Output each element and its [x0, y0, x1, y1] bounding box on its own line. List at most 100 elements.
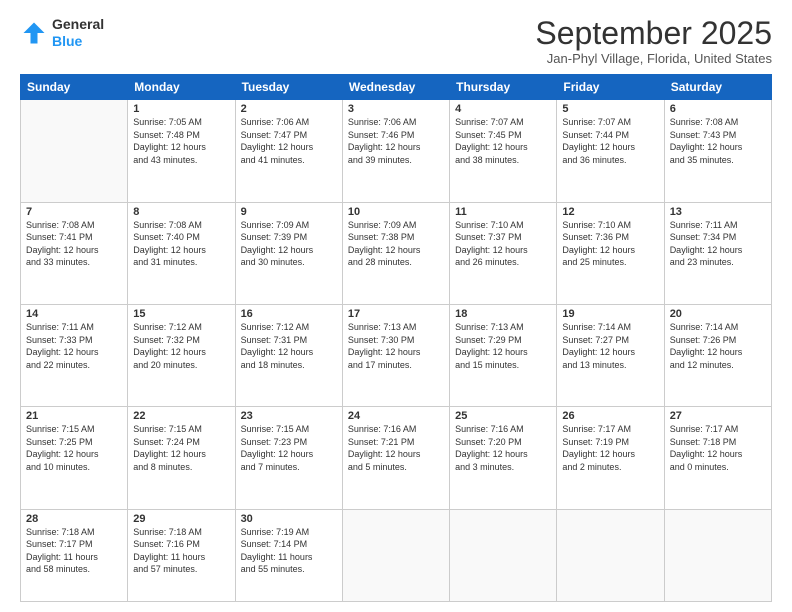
day-number: 21: [26, 410, 122, 422]
day-info: Sunrise: 7:16 AM Sunset: 7:21 PM Dayligh…: [348, 423, 444, 473]
day-info: Sunrise: 7:10 AM Sunset: 7:37 PM Dayligh…: [455, 219, 551, 269]
calendar-cell: 11Sunrise: 7:10 AM Sunset: 7:37 PM Dayli…: [450, 202, 557, 304]
day-number: 14: [26, 308, 122, 320]
calendar-cell: 21Sunrise: 7:15 AM Sunset: 7:25 PM Dayli…: [21, 407, 128, 509]
day-number: 23: [241, 410, 337, 422]
logo-text: General Blue: [52, 16, 104, 50]
calendar-cell: 22Sunrise: 7:15 AM Sunset: 7:24 PM Dayli…: [128, 407, 235, 509]
day-number: 24: [348, 410, 444, 422]
day-info: Sunrise: 7:08 AM Sunset: 7:41 PM Dayligh…: [26, 219, 122, 269]
day-number: 25: [455, 410, 551, 422]
calendar-week-1: 7Sunrise: 7:08 AM Sunset: 7:41 PM Daylig…: [21, 202, 772, 304]
calendar-header-tuesday: Tuesday: [235, 75, 342, 100]
calendar-cell: 19Sunrise: 7:14 AM Sunset: 7:27 PM Dayli…: [557, 304, 664, 406]
logo: General Blue: [20, 16, 104, 50]
day-number: 11: [455, 206, 551, 218]
calendar-cell: [342, 509, 449, 601]
calendar-header-monday: Monday: [128, 75, 235, 100]
day-info: Sunrise: 7:06 AM Sunset: 7:47 PM Dayligh…: [241, 116, 337, 166]
day-info: Sunrise: 7:15 AM Sunset: 7:25 PM Dayligh…: [26, 423, 122, 473]
calendar-cell: 24Sunrise: 7:16 AM Sunset: 7:21 PM Dayli…: [342, 407, 449, 509]
day-info: Sunrise: 7:10 AM Sunset: 7:36 PM Dayligh…: [562, 219, 658, 269]
day-number: 22: [133, 410, 229, 422]
calendar-cell: 4Sunrise: 7:07 AM Sunset: 7:45 PM Daylig…: [450, 100, 557, 202]
calendar-cell: 23Sunrise: 7:15 AM Sunset: 7:23 PM Dayli…: [235, 407, 342, 509]
day-number: 12: [562, 206, 658, 218]
calendar-cell: 30Sunrise: 7:19 AM Sunset: 7:14 PM Dayli…: [235, 509, 342, 601]
day-number: 17: [348, 308, 444, 320]
logo-general: General: [52, 16, 104, 32]
day-info: Sunrise: 7:19 AM Sunset: 7:14 PM Dayligh…: [241, 526, 337, 576]
day-number: 3: [348, 103, 444, 115]
day-info: Sunrise: 7:18 AM Sunset: 7:17 PM Dayligh…: [26, 526, 122, 576]
day-number: 7: [26, 206, 122, 218]
calendar-cell: 28Sunrise: 7:18 AM Sunset: 7:17 PM Dayli…: [21, 509, 128, 601]
day-number: 1: [133, 103, 229, 115]
calendar-header-sunday: Sunday: [21, 75, 128, 100]
calendar-cell: 9Sunrise: 7:09 AM Sunset: 7:39 PM Daylig…: [235, 202, 342, 304]
calendar-cell: 20Sunrise: 7:14 AM Sunset: 7:26 PM Dayli…: [664, 304, 771, 406]
calendar-cell: 12Sunrise: 7:10 AM Sunset: 7:36 PM Dayli…: [557, 202, 664, 304]
day-info: Sunrise: 7:12 AM Sunset: 7:31 PM Dayligh…: [241, 321, 337, 371]
day-info: Sunrise: 7:09 AM Sunset: 7:39 PM Dayligh…: [241, 219, 337, 269]
calendar-week-4: 28Sunrise: 7:18 AM Sunset: 7:17 PM Dayli…: [21, 509, 772, 601]
day-number: 26: [562, 410, 658, 422]
calendar-cell: 29Sunrise: 7:18 AM Sunset: 7:16 PM Dayli…: [128, 509, 235, 601]
calendar-cell: 6Sunrise: 7:08 AM Sunset: 7:43 PM Daylig…: [664, 100, 771, 202]
header: General Blue September 2025 Jan-Phyl Vil…: [20, 16, 772, 66]
day-info: Sunrise: 7:17 AM Sunset: 7:18 PM Dayligh…: [670, 423, 766, 473]
day-info: Sunrise: 7:09 AM Sunset: 7:38 PM Dayligh…: [348, 219, 444, 269]
calendar-header-saturday: Saturday: [664, 75, 771, 100]
calendar-cell: 1Sunrise: 7:05 AM Sunset: 7:48 PM Daylig…: [128, 100, 235, 202]
day-number: 16: [241, 308, 337, 320]
calendar-cell: [557, 509, 664, 601]
calendar-header-wednesday: Wednesday: [342, 75, 449, 100]
day-info: Sunrise: 7:15 AM Sunset: 7:23 PM Dayligh…: [241, 423, 337, 473]
day-number: 30: [241, 513, 337, 525]
logo-icon: [20, 19, 48, 47]
day-number: 5: [562, 103, 658, 115]
day-info: Sunrise: 7:08 AM Sunset: 7:43 PM Dayligh…: [670, 116, 766, 166]
day-info: Sunrise: 7:06 AM Sunset: 7:46 PM Dayligh…: [348, 116, 444, 166]
day-info: Sunrise: 7:18 AM Sunset: 7:16 PM Dayligh…: [133, 526, 229, 576]
calendar-header-row: SundayMondayTuesdayWednesdayThursdayFrid…: [21, 75, 772, 100]
day-number: 9: [241, 206, 337, 218]
day-number: 15: [133, 308, 229, 320]
day-info: Sunrise: 7:08 AM Sunset: 7:40 PM Dayligh…: [133, 219, 229, 269]
month-title: September 2025: [535, 16, 772, 51]
calendar-cell: 3Sunrise: 7:06 AM Sunset: 7:46 PM Daylig…: [342, 100, 449, 202]
calendar-cell: 16Sunrise: 7:12 AM Sunset: 7:31 PM Dayli…: [235, 304, 342, 406]
calendar-cell: 27Sunrise: 7:17 AM Sunset: 7:18 PM Dayli…: [664, 407, 771, 509]
day-info: Sunrise: 7:07 AM Sunset: 7:45 PM Dayligh…: [455, 116, 551, 166]
day-number: 8: [133, 206, 229, 218]
day-number: 20: [670, 308, 766, 320]
calendar-cell: 8Sunrise: 7:08 AM Sunset: 7:40 PM Daylig…: [128, 202, 235, 304]
calendar-cell: 26Sunrise: 7:17 AM Sunset: 7:19 PM Dayli…: [557, 407, 664, 509]
location: Jan-Phyl Village, Florida, United States: [535, 51, 772, 66]
calendar-week-3: 21Sunrise: 7:15 AM Sunset: 7:25 PM Dayli…: [21, 407, 772, 509]
calendar-cell: 2Sunrise: 7:06 AM Sunset: 7:47 PM Daylig…: [235, 100, 342, 202]
page: General Blue September 2025 Jan-Phyl Vil…: [0, 0, 792, 612]
calendar-cell: 15Sunrise: 7:12 AM Sunset: 7:32 PM Dayli…: [128, 304, 235, 406]
calendar-cell: 25Sunrise: 7:16 AM Sunset: 7:20 PM Dayli…: [450, 407, 557, 509]
day-number: 4: [455, 103, 551, 115]
day-info: Sunrise: 7:11 AM Sunset: 7:33 PM Dayligh…: [26, 321, 122, 371]
day-info: Sunrise: 7:13 AM Sunset: 7:30 PM Dayligh…: [348, 321, 444, 371]
calendar-cell: 10Sunrise: 7:09 AM Sunset: 7:38 PM Dayli…: [342, 202, 449, 304]
day-number: 10: [348, 206, 444, 218]
title-block: September 2025 Jan-Phyl Village, Florida…: [535, 16, 772, 66]
day-number: 27: [670, 410, 766, 422]
day-info: Sunrise: 7:13 AM Sunset: 7:29 PM Dayligh…: [455, 321, 551, 371]
day-info: Sunrise: 7:05 AM Sunset: 7:48 PM Dayligh…: [133, 116, 229, 166]
day-info: Sunrise: 7:17 AM Sunset: 7:19 PM Dayligh…: [562, 423, 658, 473]
calendar-cell: [21, 100, 128, 202]
day-info: Sunrise: 7:14 AM Sunset: 7:26 PM Dayligh…: [670, 321, 766, 371]
calendar-header-friday: Friday: [557, 75, 664, 100]
calendar-cell: 13Sunrise: 7:11 AM Sunset: 7:34 PM Dayli…: [664, 202, 771, 304]
day-number: 18: [455, 308, 551, 320]
day-number: 6: [670, 103, 766, 115]
calendar-cell: 18Sunrise: 7:13 AM Sunset: 7:29 PM Dayli…: [450, 304, 557, 406]
day-number: 29: [133, 513, 229, 525]
day-number: 19: [562, 308, 658, 320]
day-number: 13: [670, 206, 766, 218]
